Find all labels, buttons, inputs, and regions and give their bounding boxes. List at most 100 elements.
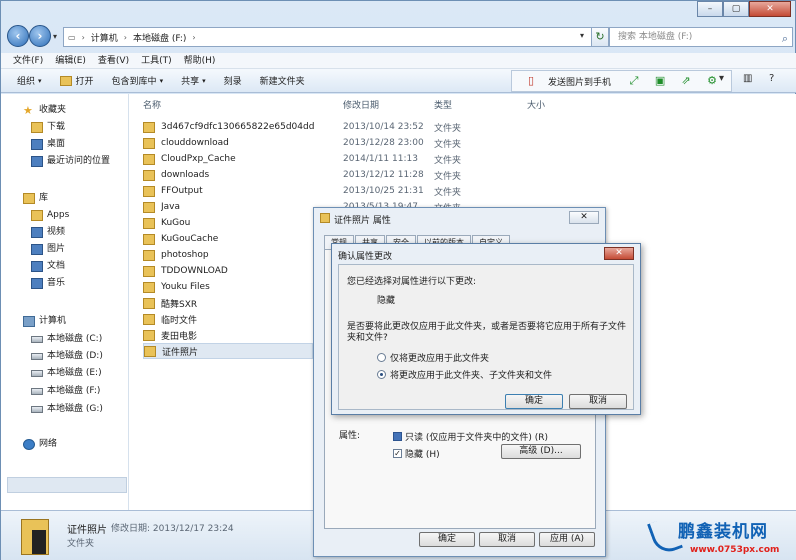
file-row[interactable]: 3d467cf9dfc130665822e65d04dd 2013/10/14 2… xyxy=(143,119,483,135)
watermark-url: www.0753px.com xyxy=(690,545,780,555)
navigation-bar: ‹ › ▾ ▭ › 计算机 › 本地磁盘 (F:) › ▾ ↻ 搜索 本地磁盘 … xyxy=(7,25,793,49)
address-dropdown-icon[interactable]: ▾ xyxy=(580,31,584,40)
ok-button[interactable]: 确定 xyxy=(419,532,475,547)
confirm-attribute-dialog: 确认属性更改 ✕ 您已经选择对属性进行以下更改: 隐藏 是否要将此更改仅应用于此… xyxy=(331,243,641,415)
fullscreen-icon[interactable]: ⤢ xyxy=(626,74,642,88)
column-header-type[interactable]: 类型 xyxy=(434,98,452,111)
file-row[interactable]: CloudPxp_Cache 2014/1/11 11:13 文件夹 xyxy=(143,151,483,167)
file-type: 文件夹 xyxy=(434,155,462,166)
search-placeholder: 搜索 本地磁盘 (F:) xyxy=(618,32,693,42)
send-to-phone-button[interactable]: 发送图片到手机 xyxy=(548,75,611,88)
cancel-button[interactable]: 取消 xyxy=(479,532,535,547)
file-type: 文件夹 xyxy=(434,187,462,198)
sidebar-item-apps[interactable]: Apps xyxy=(31,207,69,223)
dropdown-arrow-icon: ▾ xyxy=(38,76,42,85)
burn-button[interactable]: 刻录 xyxy=(224,74,242,87)
apply-recursive-radio[interactable]: 将更改应用于此文件夹、子文件夹和文件 xyxy=(377,368,552,381)
file-row[interactable]: downloads 2013/12/12 11:28 文件夹 xyxy=(143,167,483,183)
sidebar-favorites[interactable]: ★ 收藏夹 xyxy=(23,102,66,118)
sidebar-item-documents[interactable]: 文档 xyxy=(31,258,65,274)
folder-icon xyxy=(143,329,155,341)
file-row[interactable]: clouddownload 2013/12/28 23:00 文件夹 xyxy=(143,135,483,151)
menu-help[interactable]: 帮助(H) xyxy=(184,53,216,68)
sidebar-label: 本地磁盘 (F:) xyxy=(47,386,101,396)
folder-icon xyxy=(143,281,155,293)
sidebar-item-drive-g[interactable]: 本地磁盘 (G:) xyxy=(31,401,103,417)
settings-gear-icon[interactable]: ⚙ xyxy=(704,74,720,88)
music-icon xyxy=(31,277,43,289)
apply-folder-only-radio[interactable]: 仅将更改应用于此文件夹 xyxy=(377,351,489,364)
details-type: 文件夹 xyxy=(67,539,95,549)
cancel-button[interactable]: 取消 xyxy=(569,394,627,409)
file-name: clouddownload xyxy=(161,138,229,148)
save-icon[interactable]: ▣ xyxy=(652,74,668,88)
share-out-icon[interactable]: ⇗ xyxy=(678,74,694,88)
new-folder-label: 新建文件夹 xyxy=(259,77,305,87)
menu-file[interactable]: 文件(F) xyxy=(13,53,43,68)
file-row-selected[interactable]: 证件照片 xyxy=(143,343,313,359)
sidebar-item-downloads[interactable]: 下载 xyxy=(31,119,65,135)
sidebar-item-drive-f[interactable]: 本地磁盘 (F:) xyxy=(31,383,100,399)
sidebar-item-music[interactable]: 音乐 xyxy=(31,275,65,291)
breadcrumb-computer[interactable]: 计算机 xyxy=(91,31,118,44)
sidebar-item-recent[interactable]: 最近访问的位置 xyxy=(31,153,110,169)
option-label: 仅将更改应用于此文件夹 xyxy=(390,354,490,364)
recent-pages-dropdown[interactable]: ▾ xyxy=(53,32,57,41)
hidden-label: 隐藏 (H) xyxy=(405,450,440,460)
menu-view[interactable]: 查看(V) xyxy=(98,53,129,68)
forward-button[interactable]: › xyxy=(29,25,51,47)
menu-tools[interactable]: 工具(T) xyxy=(141,53,172,68)
advanced-button[interactable]: 高级 (D)... xyxy=(501,444,581,459)
folder-icon xyxy=(143,121,155,133)
close-button[interactable]: ✕ xyxy=(749,1,791,17)
close-button[interactable]: ✕ xyxy=(569,211,599,224)
sidebar-computer[interactable]: 计算机 xyxy=(23,313,66,329)
preview-pane-icon[interactable]: ▥ xyxy=(743,73,752,84)
folder-icon xyxy=(143,153,155,165)
sidebar-item-drive-c[interactable]: 本地磁盘 (C:) xyxy=(31,331,102,347)
file-row[interactable]: FFOutput 2013/10/25 21:31 文件夹 xyxy=(143,183,483,199)
column-header-date[interactable]: 修改日期 xyxy=(343,98,379,111)
close-button[interactable]: ✕ xyxy=(604,247,634,260)
back-button[interactable]: ‹ xyxy=(7,25,29,47)
sidebar-libraries[interactable]: 库 xyxy=(23,190,48,206)
checkbox-indeterminate-icon xyxy=(393,432,402,441)
breadcrumb-drive-f[interactable]: 本地磁盘 (F:) xyxy=(133,31,186,44)
folder-icon xyxy=(143,233,155,245)
question-text: 是否要将此更改仅应用于此文件夹，或者是否要将它应用于所有子文件夹和文件? xyxy=(347,322,627,343)
help-icon[interactable]: ? xyxy=(769,73,774,84)
view-options-dropdown-icon[interactable]: ▾ xyxy=(719,73,724,84)
menu-bar: 文件(F) 编辑(E) 查看(V) 工具(T) 帮助(H) xyxy=(1,53,796,69)
radio-icon xyxy=(377,353,386,362)
new-folder-button[interactable]: 新建文件夹 xyxy=(260,74,305,87)
sidebar-item-desktop[interactable]: 桌面 xyxy=(31,136,65,152)
sidebar-item-videos[interactable]: 视频 xyxy=(31,224,65,240)
caption-buttons: – ▢ ✕ xyxy=(697,1,791,17)
sidebar-network[interactable]: 网络 xyxy=(23,436,57,452)
file-type: 文件夹 xyxy=(434,139,462,150)
refresh-button[interactable]: ↻ xyxy=(591,27,609,47)
include-in-library-button[interactable]: 包含到库中 ▾ xyxy=(112,74,164,88)
organize-button[interactable]: 组织 ▾ xyxy=(17,74,42,88)
menu-edit[interactable]: 编辑(E) xyxy=(55,53,86,68)
desktop-icon xyxy=(31,138,43,150)
search-input[interactable]: 搜索 本地磁盘 (F:) ⌕ xyxy=(609,27,793,47)
column-header-name[interactable]: 名称 xyxy=(143,98,161,111)
sidebar-item-drive-e[interactable]: 本地磁盘 (E:) xyxy=(31,365,102,381)
file-name: FFOutput xyxy=(161,186,203,196)
share-button[interactable]: 共享 ▾ xyxy=(181,74,206,88)
address-bar[interactable]: ▭ › 计算机 › 本地磁盘 (F:) › ▾ xyxy=(63,27,603,47)
minimize-button[interactable]: – xyxy=(697,1,723,17)
sidebar-item-drive-d[interactable]: 本地磁盘 (D:) xyxy=(31,348,103,364)
column-header-size[interactable]: 大小 xyxy=(527,98,545,111)
maximize-button[interactable]: ▢ xyxy=(723,1,749,17)
apply-button[interactable]: 应用 (A) xyxy=(539,532,595,547)
open-button[interactable]: 打开 xyxy=(59,74,94,87)
readonly-checkbox[interactable]: 只读 (仅应用于文件夹中的文件) (R) xyxy=(393,430,548,443)
sidebar-item-pictures[interactable]: 图片 xyxy=(31,241,65,257)
readonly-label: 只读 (仅应用于文件夹中的文件) (R) xyxy=(405,433,549,443)
hidden-checkbox[interactable]: ✓ 隐藏 (H) xyxy=(393,447,440,460)
dialog-title: 证件照片 属性 xyxy=(334,216,391,226)
organize-label: 组织 xyxy=(17,77,36,87)
ok-button[interactable]: 确定 xyxy=(505,394,563,409)
